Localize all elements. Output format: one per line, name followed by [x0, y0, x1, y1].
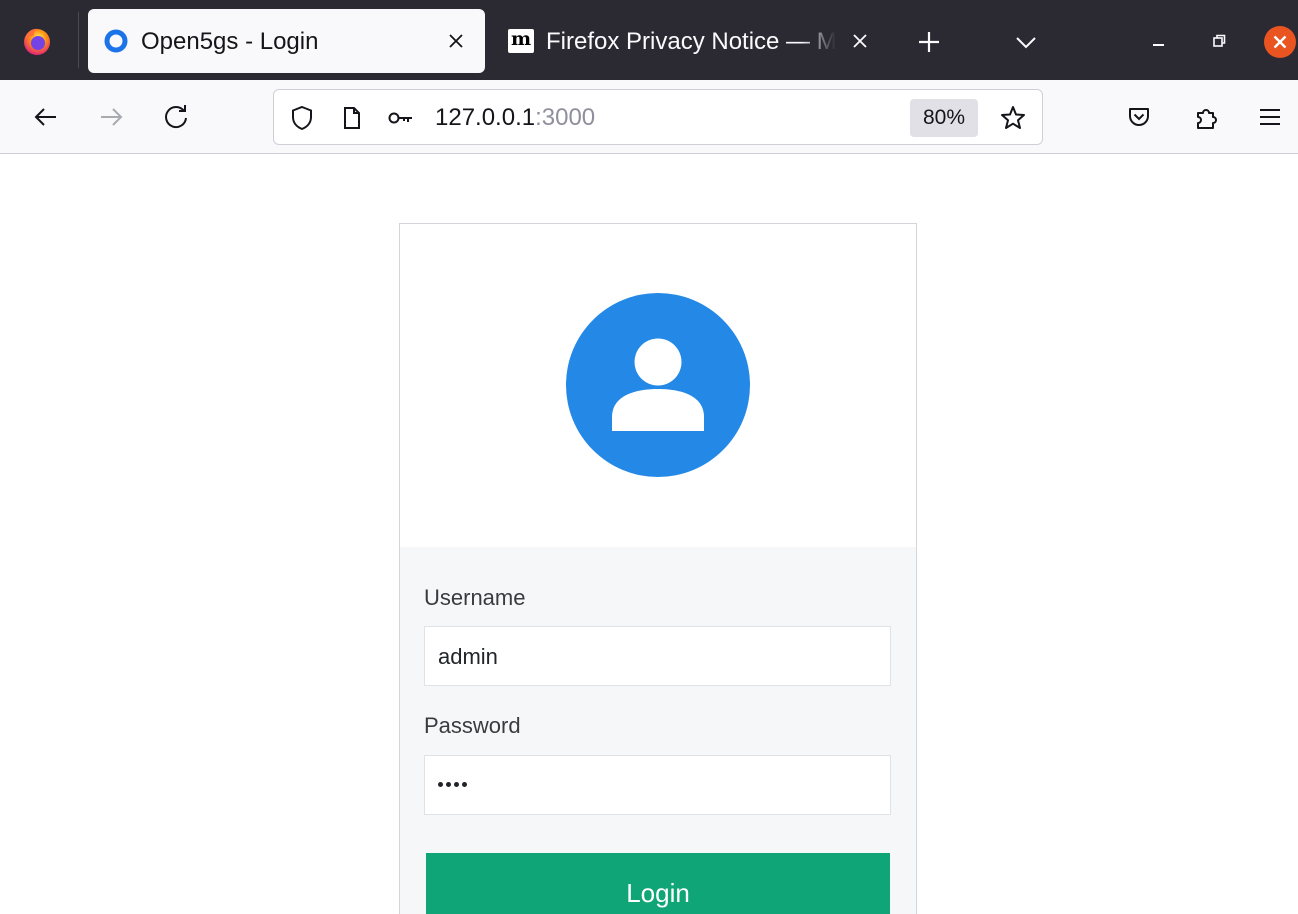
tab-title: Firefox Privacy Notice — Mozilla — [546, 28, 836, 55]
url-port: :3000 — [535, 104, 596, 131]
password-dot — [462, 782, 467, 787]
password-dot — [446, 782, 451, 787]
close-icon — [1273, 35, 1287, 49]
star-icon[interactable] — [999, 104, 1027, 132]
person-silhouette-icon — [612, 338, 704, 431]
hamburger-menu-icon[interactable] — [1256, 103, 1284, 131]
tab-strip: Open5gs - Login m Firefox Privacy Notice… — [0, 0, 1298, 80]
address-bar[interactable]: 127.0.0.1:3000 80% — [273, 89, 1043, 145]
close-window-button[interactable] — [1264, 26, 1296, 58]
login-card: Username admin Password Login — [399, 223, 917, 914]
restore-window-icon[interactable] — [1208, 30, 1230, 52]
navigation-toolbar: 127.0.0.1:3000 80% — [0, 80, 1298, 154]
zoom-level-button[interactable]: 80% — [910, 99, 978, 137]
login-button[interactable]: Login — [426, 853, 890, 914]
key-icon[interactable] — [386, 104, 414, 132]
chevron-down-icon[interactable] — [1013, 30, 1039, 54]
username-value: admin — [438, 644, 498, 669]
username-input[interactable]: admin — [424, 626, 891, 686]
pocket-icon[interactable] — [1125, 103, 1153, 131]
mozilla-favicon-icon: m — [508, 29, 534, 53]
password-dot — [438, 782, 443, 787]
close-tab-icon[interactable] — [444, 29, 468, 53]
username-label: Username — [424, 585, 526, 610]
open5gs-favicon-icon — [104, 29, 128, 53]
login-button-label: Login — [626, 878, 690, 908]
puzzle-icon[interactable] — [1193, 103, 1221, 131]
tab-open5gs-login[interactable]: Open5gs - Login — [88, 9, 485, 73]
new-tab-plus-icon[interactable] — [915, 28, 943, 56]
login-card-header — [400, 224, 916, 547]
minimize-window-icon[interactable] — [1148, 30, 1170, 52]
close-tab-icon[interactable] — [848, 29, 872, 53]
user-avatar-icon — [566, 293, 750, 477]
tab-title: Open5gs - Login — [141, 28, 319, 55]
shield-icon[interactable] — [288, 104, 316, 132]
page-icon[interactable] — [338, 104, 366, 132]
reload-icon[interactable] — [161, 102, 191, 132]
url-text[interactable]: 127.0.0.1:3000 — [435, 104, 595, 132]
arrow-right-icon[interactable] — [96, 102, 126, 132]
page-content: Username admin Password Login — [0, 155, 1298, 914]
arrow-left-icon[interactable] — [31, 102, 61, 132]
password-label: Password — [424, 713, 521, 738]
password-dot — [454, 782, 459, 787]
tab-firefox-privacy-notice[interactable]: m Firefox Privacy Notice — Mozilla — [495, 9, 885, 73]
tab-separator — [78, 12, 79, 68]
firefox-logo-icon[interactable] — [22, 26, 52, 56]
url-host: 127.0.0.1 — [435, 104, 536, 131]
password-input[interactable] — [424, 755, 891, 815]
password-value — [438, 782, 467, 787]
